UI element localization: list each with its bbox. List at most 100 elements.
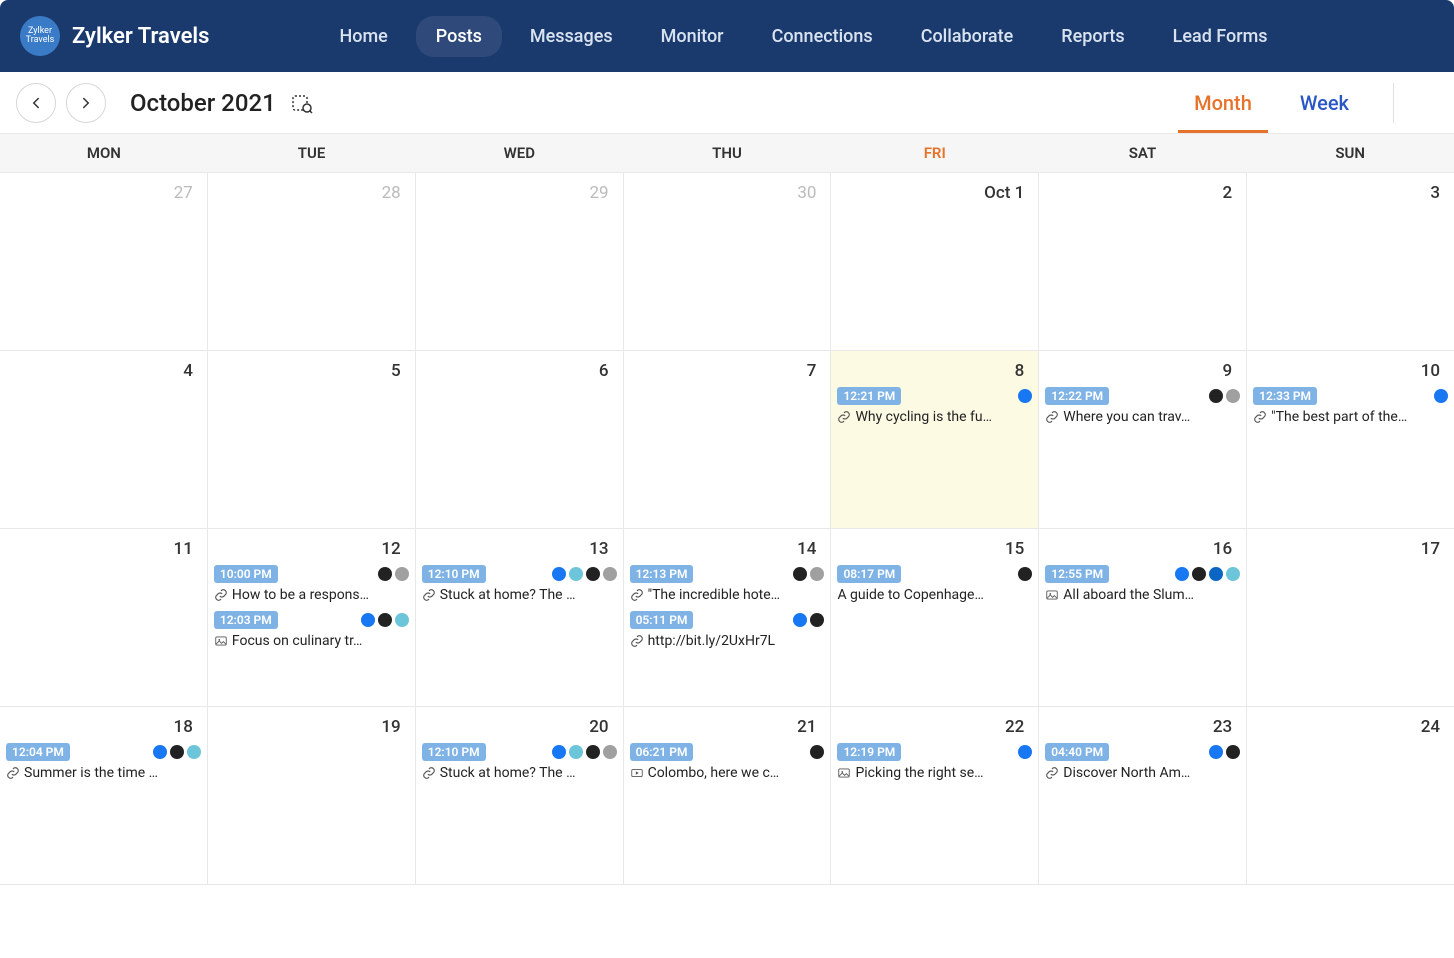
day-cell[interactable]: 1012:33 PM"The best part of the… [1247,351,1454,528]
calendar-search-button[interactable] [290,91,314,115]
network-gm-icon [810,567,824,581]
day-number: 28 [214,179,409,209]
nav-item-connections[interactable]: Connections [752,16,893,57]
scheduled-post[interactable]: 12:03 PMFocus on culinary tr… [214,611,409,649]
day-cell[interactable]: 4 [0,351,208,528]
day-number: 2 [1045,179,1240,209]
day-cell[interactable]: 29 [416,173,624,350]
network-fb-icon [1018,389,1032,403]
day-number: 23 [1045,713,1240,743]
day-cell[interactable]: 1812:04 PMSummer is the time … [0,707,208,884]
post-head: 05:11 PM [630,611,825,629]
network-in-icon [1209,567,1223,581]
nav-item-reports[interactable]: Reports [1041,16,1144,57]
day-number: 17 [1253,535,1448,565]
network-icons [793,567,824,581]
day-cell[interactable]: 812:21 PMWhy cycling is the fu… [831,351,1039,528]
day-cell[interactable]: 5 [208,351,416,528]
link-icon [422,766,436,780]
scheduled-post[interactable]: 05:11 PMhttp://bit.ly/2UxHr7L [630,611,825,649]
day-number: 6 [422,357,617,387]
link-icon [630,634,644,648]
post-head: 04:40 PM [1045,743,1240,761]
post-time-badge: 05:11 PM [630,611,694,629]
day-cell[interactable]: 27 [0,173,208,350]
brand[interactable]: Zylker Travels Zylker Travels [20,16,209,56]
post-time-badge: 12:33 PM [1253,387,1317,405]
scheduled-post[interactable]: 12:04 PMSummer is the time … [6,743,201,781]
scheduled-post[interactable]: 12:21 PMWhy cycling is the fu… [837,387,1032,425]
network-x-icon [810,613,824,627]
filter-button[interactable] [1393,83,1418,123]
network-fb-icon [793,613,807,627]
post-time-badge: 06:21 PM [630,743,694,761]
day-cell[interactable]: 28 [208,173,416,350]
scheduled-post[interactable]: 12:33 PM"The best part of the… [1253,387,1448,425]
day-cell[interactable]: 7 [624,351,832,528]
arrow-left-icon [27,94,45,112]
day-number: 12 [214,535,409,565]
network-icons [793,613,824,627]
day-cell[interactable]: 1210:00 PMHow to be a respons… 12:03 PMFo… [208,529,416,706]
prev-month-button[interactable] [16,83,56,123]
next-month-button[interactable] [66,83,106,123]
day-cell[interactable]: 1412:13 PM"The incredible hote…05:11 PMh… [624,529,832,706]
day-cell[interactable]: 24 [1247,707,1454,884]
day-cell[interactable]: 1508:17 PMA guide to Copenhage… [831,529,1039,706]
nav-item-posts[interactable]: Posts [416,16,502,57]
network-x-icon [378,613,392,627]
network-fb-icon [552,745,566,759]
day-cell[interactable]: Oct 1 [831,173,1039,350]
scheduled-post[interactable]: 12:19 PMPicking the right se… [837,743,1032,781]
scheduled-post[interactable]: 12:13 PM"The incredible hote… [630,565,825,603]
day-number: 19 [214,713,409,743]
scheduled-post[interactable]: 12:10 PMStuck at home? The … [422,743,617,781]
network-x-icon [1192,567,1206,581]
day-cell[interactable]: 6 [416,351,624,528]
network-icons [378,567,409,581]
scheduled-post[interactable]: 12:55 PMAll aboard the Slum… [1045,565,1240,603]
day-cell[interactable]: 30 [624,173,832,350]
scheduled-post[interactable]: 08:17 PMA guide to Copenhage… [837,565,1032,603]
nav-item-messages[interactable]: Messages [510,16,633,57]
scheduled-post[interactable]: 06:21 PMColombo, here we c… [630,743,825,781]
view-tab-week[interactable]: Week [1276,72,1373,133]
nav-item-monitor[interactable]: Monitor [641,16,744,57]
network-icons [1175,567,1240,581]
post-head: 12:19 PM [837,743,1032,761]
day-cell[interactable]: 17 [1247,529,1454,706]
video-icon [630,766,644,780]
day-number: 3 [1253,179,1448,209]
post-time-badge: 10:00 PM [214,565,278,583]
scheduled-post[interactable]: 12:22 PMWhere you can trav… [1045,387,1240,425]
day-cell[interactable]: 2 [1039,173,1247,350]
network-x-icon [1018,567,1032,581]
day-cell[interactable]: 19 [208,707,416,884]
scheduled-post[interactable]: 04:40 PMDiscover North Am… [1045,743,1240,781]
day-cell[interactable]: 11 [0,529,208,706]
day-cell[interactable]: 2304:40 PMDiscover North Am… [1039,707,1247,884]
day-cell[interactable]: 1312:10 PMStuck at home? The … [416,529,624,706]
nav-item-lead-forms[interactable]: Lead Forms [1153,16,1288,57]
calendar-search-icon [290,91,314,115]
network-pb-icon [569,567,583,581]
day-cell[interactable]: 2106:21 PMColombo, here we c… [624,707,832,884]
day-cell[interactable]: 1612:55 PMAll aboard the Slum… [1039,529,1247,706]
day-number: 4 [6,357,201,387]
view-tab-month[interactable]: Month [1170,72,1276,133]
day-cell[interactable]: 912:22 PMWhere you can trav… [1039,351,1247,528]
week-row: 1812:04 PMSummer is the time …192012:10 … [0,707,1454,885]
link-icon [214,588,228,602]
network-x-icon [793,567,807,581]
nav-item-home[interactable]: Home [319,16,407,57]
day-cell[interactable]: 3 [1247,173,1454,350]
day-cell[interactable]: 2212:19 PMPicking the right se… [831,707,1039,884]
week-row: 4567812:21 PMWhy cycling is the fu…912:2… [0,351,1454,529]
day-cell[interactable]: 2012:10 PMStuck at home? The … [416,707,624,884]
image-icon [1045,588,1059,602]
scheduled-post[interactable]: 10:00 PMHow to be a respons… [214,565,409,603]
day-number: 20 [422,713,617,743]
network-icons [1209,745,1240,759]
nav-item-collaborate[interactable]: Collaborate [901,16,1034,57]
scheduled-post[interactable]: 12:10 PMStuck at home? The … [422,565,617,603]
